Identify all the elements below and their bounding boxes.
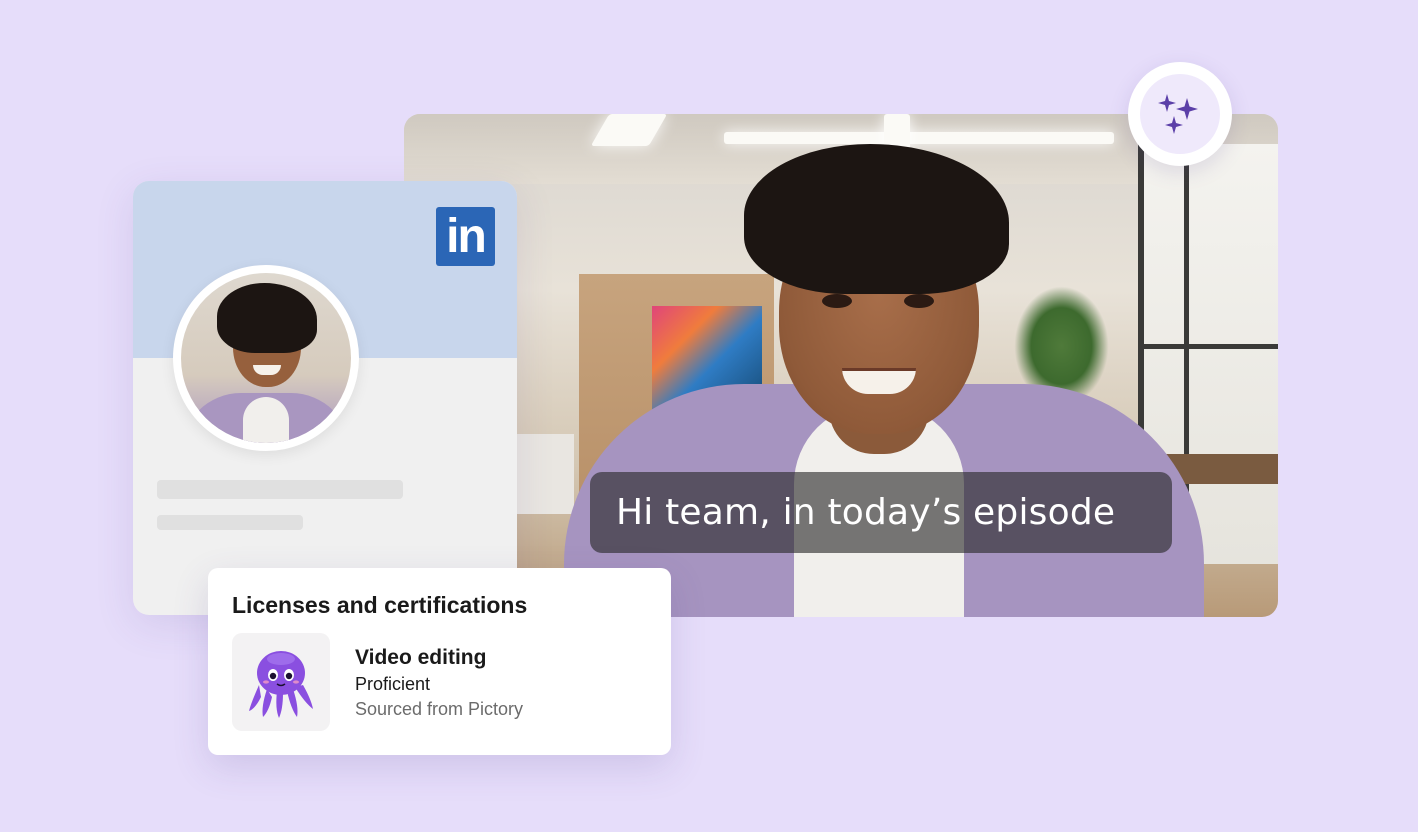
octopus-icon <box>249 651 313 718</box>
sparkles-icon <box>1158 94 1198 134</box>
avatar-hair <box>217 283 317 353</box>
video-caption: Hi team, in today’s episode <box>590 472 1172 553</box>
certification-name: Video editing <box>355 646 487 669</box>
avatar-photo <box>181 273 351 443</box>
certifications-title: Licenses and certifications <box>232 592 528 618</box>
certification-level: Proficient <box>355 674 431 694</box>
profile-card: in <box>133 181 517 615</box>
name-placeholder <box>157 480 403 499</box>
certification-logo <box>232 633 330 731</box>
avatar-tshirt <box>243 397 289 443</box>
linkedin-icon[interactable]: in <box>436 207 495 266</box>
hair <box>744 144 1009 294</box>
certification-source: Sourced from Pictory <box>355 699 524 719</box>
ceiling-light <box>724 132 1114 144</box>
headline-placeholder <box>157 515 303 530</box>
avatar[interactable] <box>173 265 359 451</box>
eye <box>904 294 934 308</box>
ai-sparkle-badge[interactable] <box>1128 62 1232 166</box>
certifications-card: Licenses and certifications Video editin… <box>208 568 671 755</box>
sparkle-badge-inner <box>1140 74 1220 154</box>
eye <box>822 294 852 308</box>
video-frame[interactable]: Hi team, in today’s episode <box>404 114 1278 617</box>
